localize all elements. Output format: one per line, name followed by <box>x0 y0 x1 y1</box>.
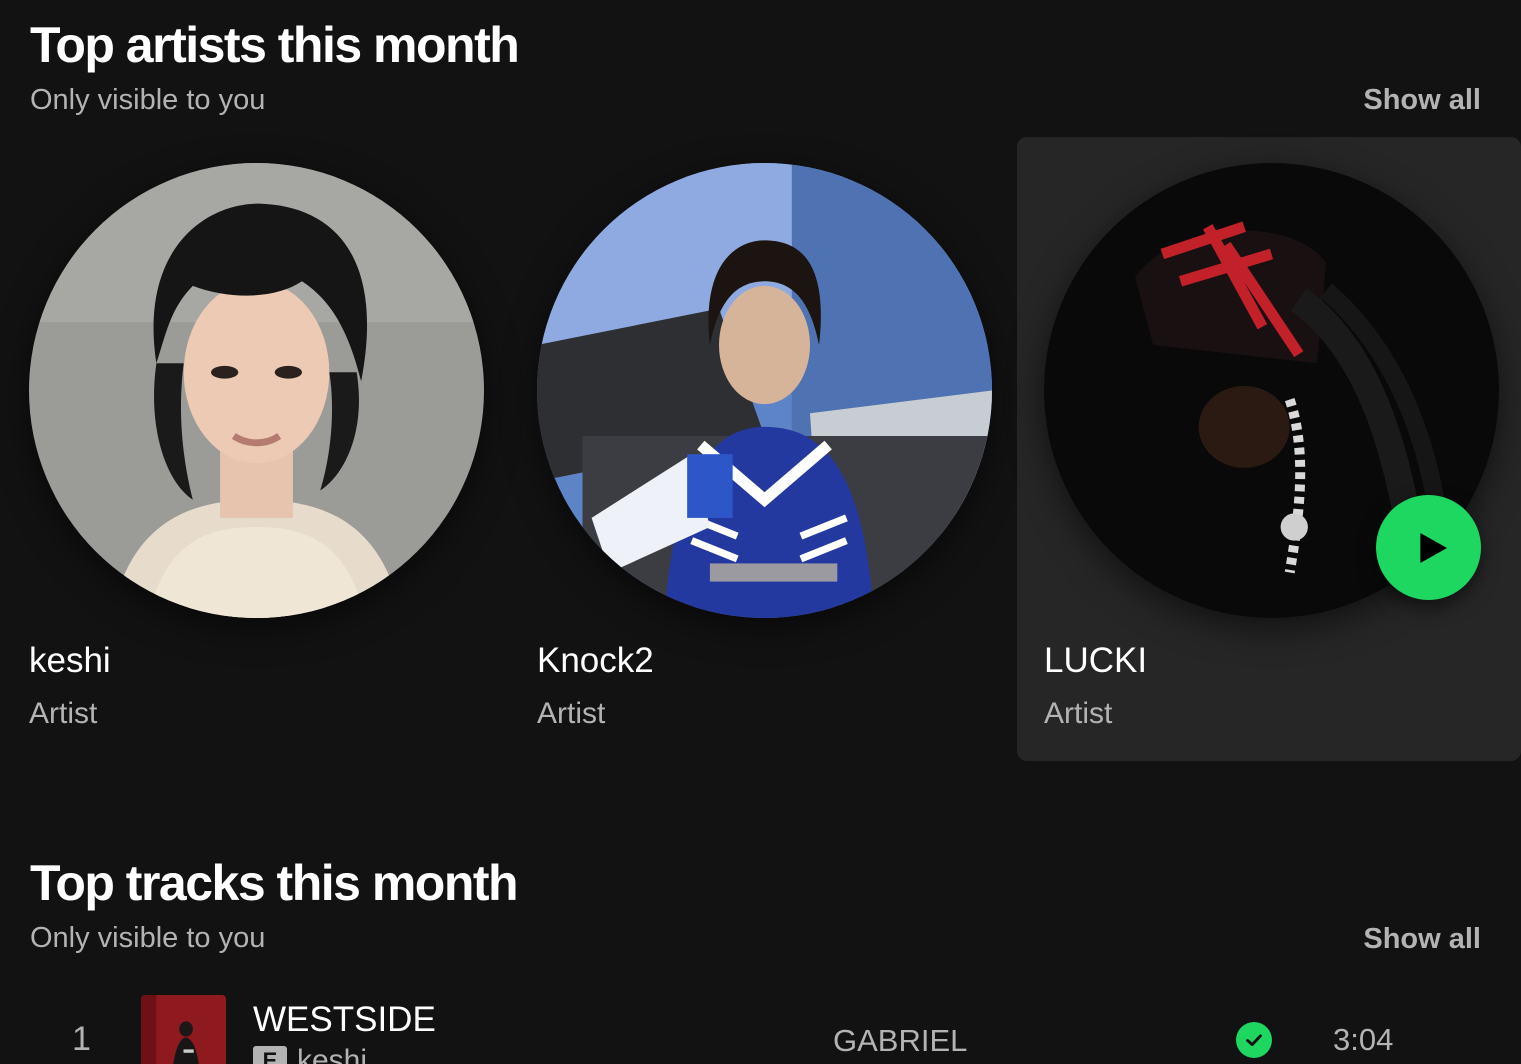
track-row[interactable]: 1 WESTSIDE E keshi GABRIEL 3:04 <box>0 990 1521 1064</box>
top-tracks-header: Top tracks this month Only visible to yo… <box>30 858 519 955</box>
track-album-link[interactable]: GABRIEL <box>833 1023 967 1059</box>
top-tracks-show-all-link[interactable]: Show all <box>1363 923 1481 956</box>
artist-type-label: Artist <box>29 697 98 730</box>
explicit-badge: E <box>253 1046 287 1064</box>
top-tracks-title[interactable]: Top tracks this month <box>30 858 519 908</box>
artist-name-keshi[interactable]: keshi <box>29 641 111 681</box>
track-duration: 3:04 <box>1333 1022 1394 1057</box>
artist-type-label: Artist <box>537 697 606 730</box>
top-tracks-subtitle: Only visible to you <box>30 922 266 954</box>
artist-type-label: Artist <box>1044 697 1113 730</box>
track-cover-art <box>141 995 226 1064</box>
artist-card-keshi[interactable]: keshi Artist <box>2 137 505 761</box>
profile-page: Top artists this month Only visible to y… <box>0 0 1521 1064</box>
top-artists-header: Top artists this month Only visible to y… <box>30 20 520 117</box>
top-artists-title[interactable]: Top artists this month <box>30 20 520 70</box>
play-icon <box>1419 532 1447 563</box>
artist-card-knock2[interactable]: Knock2 Artist <box>510 137 1013 761</box>
track-title[interactable]: WESTSIDE <box>253 1000 436 1040</box>
artist-image-keshi <box>29 163 484 618</box>
play-button[interactable] <box>1376 495 1481 600</box>
track-artist-link[interactable]: keshi <box>297 1044 367 1064</box>
artist-image-knock2 <box>537 163 992 618</box>
top-artists-subtitle: Only visible to you <box>30 84 266 116</box>
artist-card-lucki[interactable]: LUCKI Artist <box>1017 137 1521 761</box>
artist-name-knock2[interactable]: Knock2 <box>537 641 654 681</box>
check-circle-icon[interactable] <box>1236 1022 1272 1058</box>
top-artists-show-all-link[interactable]: Show all <box>1363 84 1481 117</box>
track-index: 1 <box>72 1020 91 1058</box>
artist-name-lucki[interactable]: LUCKI <box>1044 641 1147 681</box>
